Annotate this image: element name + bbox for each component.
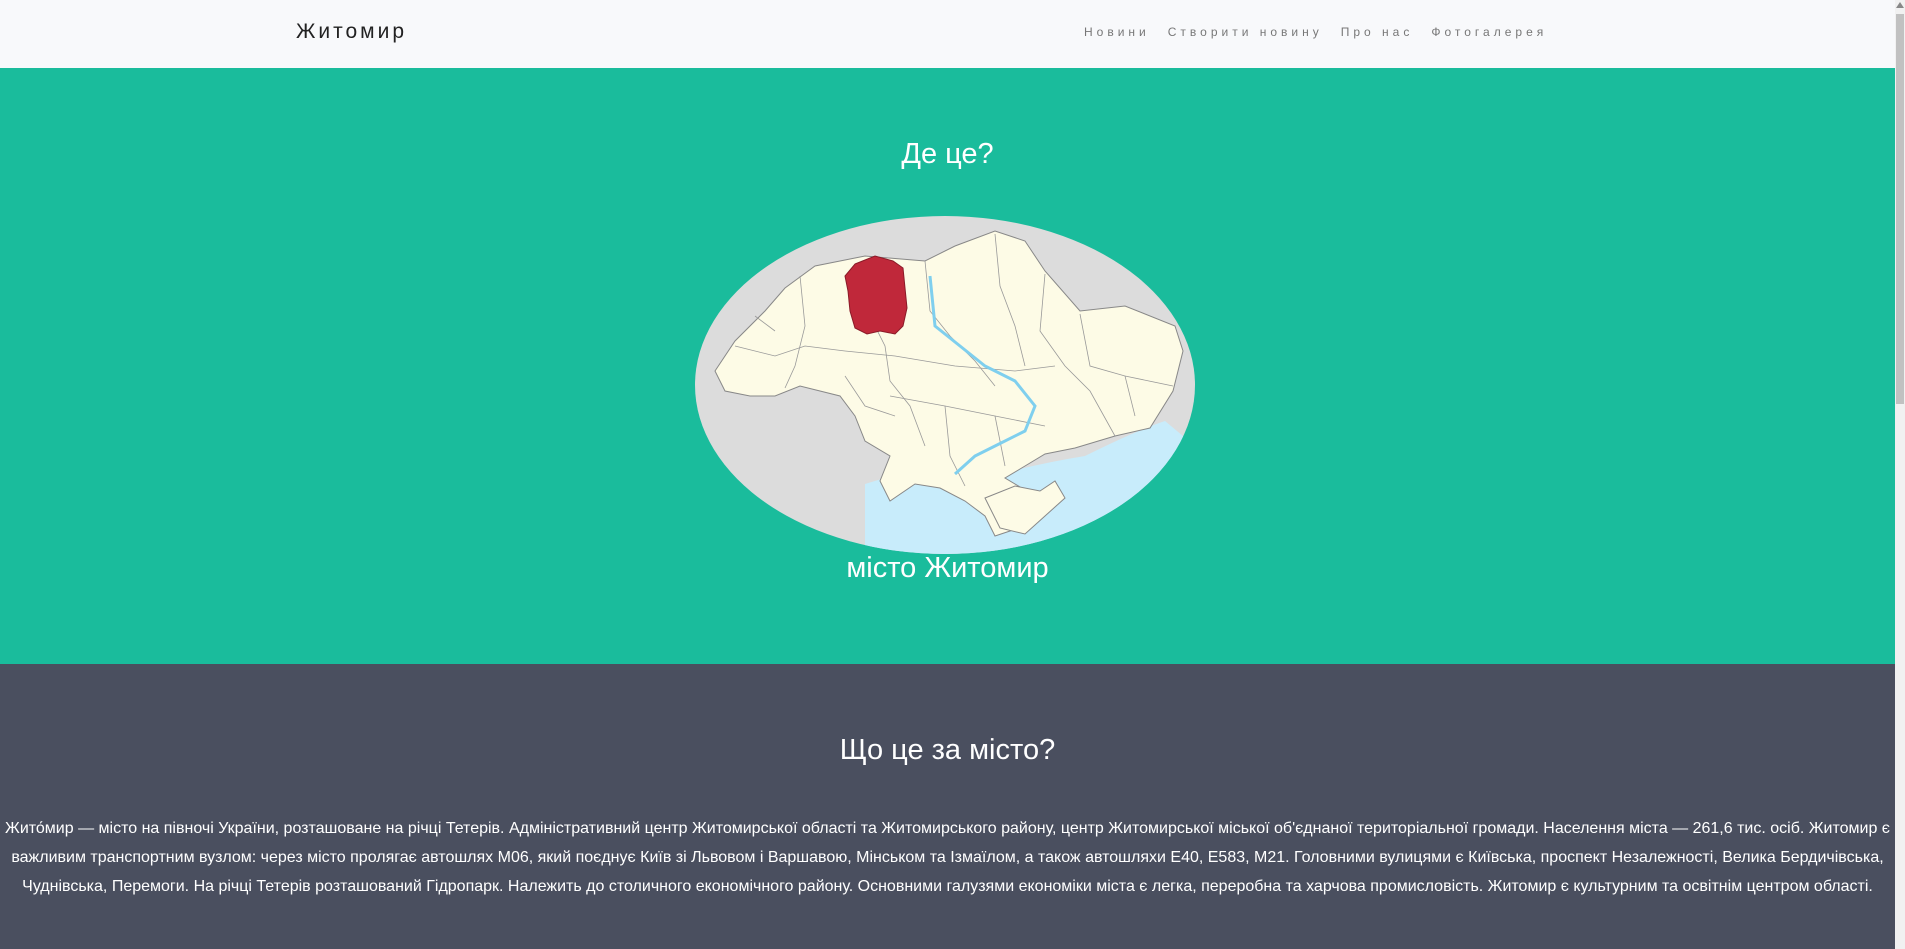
scrollbar-thumb[interactable] xyxy=(1896,14,1904,404)
nav-link-create-news[interactable]: Створити новину xyxy=(1168,25,1323,39)
nav-links: Новини Створити новину Про нас Фотогалер… xyxy=(1084,25,1547,39)
brand-link[interactable]: Житомир xyxy=(296,20,407,44)
page-scrollbar[interactable] xyxy=(1895,0,1905,949)
about-section: Що це за місто? Жито́мир — місто на півн… xyxy=(0,664,1895,949)
nav-link-news[interactable]: Новини xyxy=(1084,25,1150,39)
ukraine-map-image xyxy=(695,216,1195,554)
hero-caption: місто Житомир xyxy=(846,552,1049,584)
hero-section: Де це? місто Житомир xyxy=(0,68,1895,664)
scroll-up-arrow-icon[interactable] xyxy=(1896,2,1904,8)
about-text: Жито́мир — місто на півночі України, роз… xyxy=(5,820,1890,895)
hero-title: Де це? xyxy=(901,138,994,170)
navbar: Житомир Новини Створити новину Про нас Ф… xyxy=(0,0,1895,69)
about-title: Що це за місто? xyxy=(839,734,1056,766)
zhytomyr-region xyxy=(844,255,908,335)
nav-link-about[interactable]: Про нас xyxy=(1341,25,1414,39)
nav-link-gallery[interactable]: Фотогалерея xyxy=(1431,25,1547,39)
